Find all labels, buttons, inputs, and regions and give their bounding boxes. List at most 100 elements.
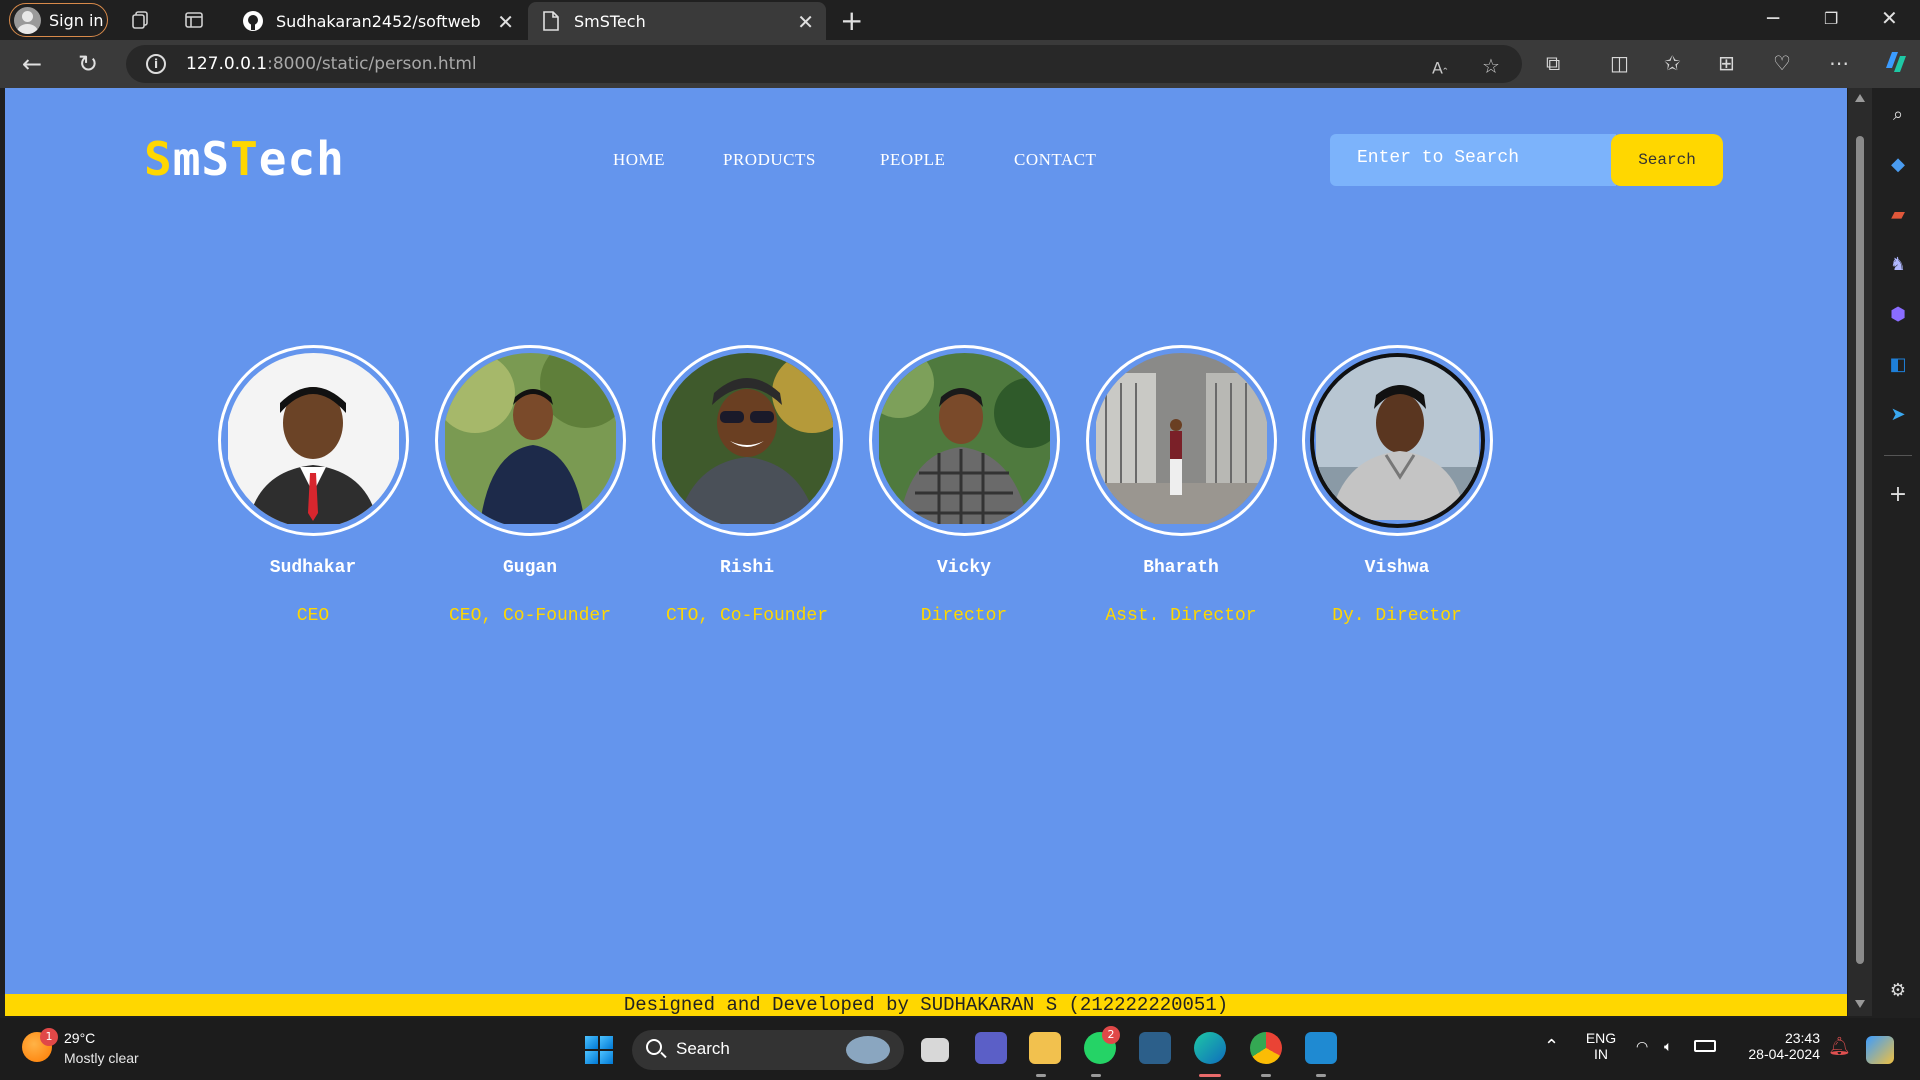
edge-browser-icon[interactable]: [1194, 1032, 1226, 1064]
performance-icon[interactable]: ♡: [1773, 51, 1791, 75]
person-name: Gugan: [502, 558, 557, 578]
running-indicator: [1261, 1074, 1271, 1077]
office-icon[interactable]: ⬢: [1886, 302, 1910, 326]
weather-condition: Mostly clear: [64, 1050, 139, 1066]
running-indicator: [1036, 1074, 1046, 1077]
shopping-tag-icon[interactable]: ◆: [1886, 152, 1910, 176]
nav-contact[interactable]: CONTACT: [1014, 150, 1096, 170]
whatsapp-badge: 2: [1102, 1026, 1120, 1044]
extensions-icon[interactable]: ⧉: [1546, 51, 1560, 75]
tab-strip: Sign in Sudhakaran2452/softweb ✕ SmSTech…: [0, 0, 1920, 40]
nav-people[interactable]: PEOPLE: [880, 150, 945, 170]
scroll-down-arrow-icon[interactable]: [1855, 1000, 1865, 1008]
search-button[interactable]: Search: [1611, 134, 1723, 186]
taskbar-search-label: Search: [676, 1039, 730, 1058]
clock-time: 23:43: [1784, 1030, 1820, 1046]
site-logo[interactable]: SmSTech: [144, 132, 345, 186]
new-tab-icon[interactable]: +: [840, 4, 863, 37]
back-arrow-icon[interactable]: ←: [22, 50, 42, 78]
url-text[interactable]: 127.0.0.1:8000/static/person.html: [186, 54, 477, 74]
page-icon: [540, 10, 562, 32]
chrome-icon[interactable]: [1250, 1032, 1282, 1064]
profile-photo-frame: [217, 345, 409, 536]
signin-label: Sign in: [49, 10, 104, 30]
scroll-up-arrow-icon[interactable]: [1855, 94, 1865, 102]
profile-avatar-icon: [14, 6, 41, 34]
teams-chat-icon[interactable]: [975, 1032, 1007, 1064]
language-indicator[interactable]: ENG IN: [1584, 1030, 1618, 1062]
site-info-icon[interactable]: i: [146, 54, 166, 74]
battery-icon[interactable]: [1694, 1040, 1716, 1052]
add-icon[interactable]: +: [1886, 482, 1910, 507]
region-code: IN: [1594, 1046, 1608, 1062]
search-icon[interactable]: ⌕: [1886, 102, 1910, 126]
active-app-indicator: [1199, 1074, 1221, 1077]
mysql-workbench-icon[interactable]: [1139, 1032, 1171, 1064]
page-scrollbar[interactable]: [1848, 88, 1872, 1016]
minimize-icon[interactable]: ─: [1767, 6, 1779, 30]
read-aloud-icon[interactable]: Aꞈ: [1432, 55, 1447, 77]
vertical-tabs-icon[interactable]: [182, 8, 206, 32]
notification-bell-icon[interactable]: 🔔︎: [1828, 1036, 1851, 1057]
vscode-icon[interactable]: [1305, 1032, 1337, 1064]
search-input[interactable]: Enter to Search: [1330, 134, 1616, 186]
refresh-icon[interactable]: ↻: [78, 50, 98, 78]
wifi-icon[interactable]: ◠: [1636, 1038, 1648, 1055]
clock-date: 28-04-2024: [1748, 1046, 1820, 1062]
language-code: ENG: [1585, 1030, 1617, 1046]
profile-photo: [1309, 353, 1485, 528]
task-view-icon[interactable]: [921, 1038, 949, 1062]
weather-badge: 1: [40, 1028, 58, 1046]
person-name: Sudhakar: [269, 558, 357, 578]
favorites-icon[interactable]: ✩: [1664, 51, 1681, 75]
profile-photo: [442, 353, 618, 528]
close-tab-icon[interactable]: ✕: [497, 10, 514, 34]
page-viewport: SmSTech HOME PRODUCTS PEOPLE CONTACT Ent…: [5, 88, 1847, 1016]
show-hidden-icons-chevron-icon[interactable]: ⌃: [1544, 1036, 1559, 1057]
github-icon: [242, 10, 264, 32]
outlook-icon[interactable]: ◧: [1886, 352, 1910, 376]
collections-icon[interactable]: ⊞: [1718, 51, 1735, 75]
restore-icon[interactable]: ❐: [1824, 9, 1838, 28]
close-window-icon[interactable]: ✕: [1881, 6, 1898, 30]
telegram-icon[interactable]: ➤: [1886, 402, 1910, 426]
nav-products[interactable]: PRODUCTS: [723, 150, 816, 170]
nav-home[interactable]: HOME: [613, 150, 665, 170]
person-card: Sudhakar CEO: [213, 345, 413, 626]
split-screen-icon[interactable]: ◫: [1610, 51, 1629, 75]
volume-icon[interactable]: 🔈︎: [1664, 1038, 1672, 1055]
windows-start-icon[interactable]: [585, 1036, 613, 1064]
copilot-icon[interactable]: [1880, 46, 1912, 78]
scroll-thumb[interactable]: [1856, 136, 1864, 964]
profile-photo-frame: [1301, 345, 1493, 536]
settings-gear-icon[interactable]: ⚙: [1886, 978, 1910, 1002]
running-indicator: [1091, 1074, 1101, 1077]
tab-smstech[interactable]: SmSTech ✕: [528, 2, 826, 40]
profile-photo-frame: [651, 345, 843, 536]
tab-github[interactable]: Sudhakaran2452/softweb ✕: [230, 2, 526, 40]
person-role: CEO: [296, 606, 330, 626]
edge-sidebar: ⌕ ◆ ▰ ♞ ⬢ ◧ ➤ + ⚙: [1876, 88, 1920, 1018]
person-card: Vicky Director: [864, 345, 1064, 626]
person-name: Rishi: [719, 558, 774, 578]
profile-photo-frame: [434, 345, 626, 536]
profile-signin-button[interactable]: Sign in: [9, 3, 108, 37]
copilot-taskbar-icon[interactable]: [1866, 1036, 1894, 1064]
person-role: Director: [920, 606, 1008, 626]
profile-photo-frame: [868, 345, 1060, 536]
tools-icon[interactable]: ▰: [1886, 202, 1910, 226]
running-indicator: [1316, 1074, 1326, 1077]
workspaces-icon[interactable]: [128, 8, 152, 32]
tab-title: Sudhakaran2452/softweb: [276, 11, 481, 31]
person-name: Vicky: [936, 558, 991, 578]
taskbar-search[interactable]: Search: [632, 1030, 904, 1070]
search-highlight-icon: [846, 1036, 890, 1064]
games-icon[interactable]: ♞: [1886, 252, 1910, 276]
close-tab-icon[interactable]: ✕: [797, 10, 814, 34]
more-menu-icon[interactable]: ⋯: [1829, 51, 1849, 75]
favorite-star-icon[interactable]: ☆: [1482, 54, 1500, 78]
clock[interactable]: 23:43 28-04-2024: [1736, 1030, 1820, 1062]
file-explorer-icon[interactable]: [1029, 1032, 1061, 1064]
address-bar[interactable]: i 127.0.0.1:8000/static/person.html Aꞈ ☆: [126, 45, 1522, 83]
profile-photo-frame: [1085, 345, 1277, 536]
